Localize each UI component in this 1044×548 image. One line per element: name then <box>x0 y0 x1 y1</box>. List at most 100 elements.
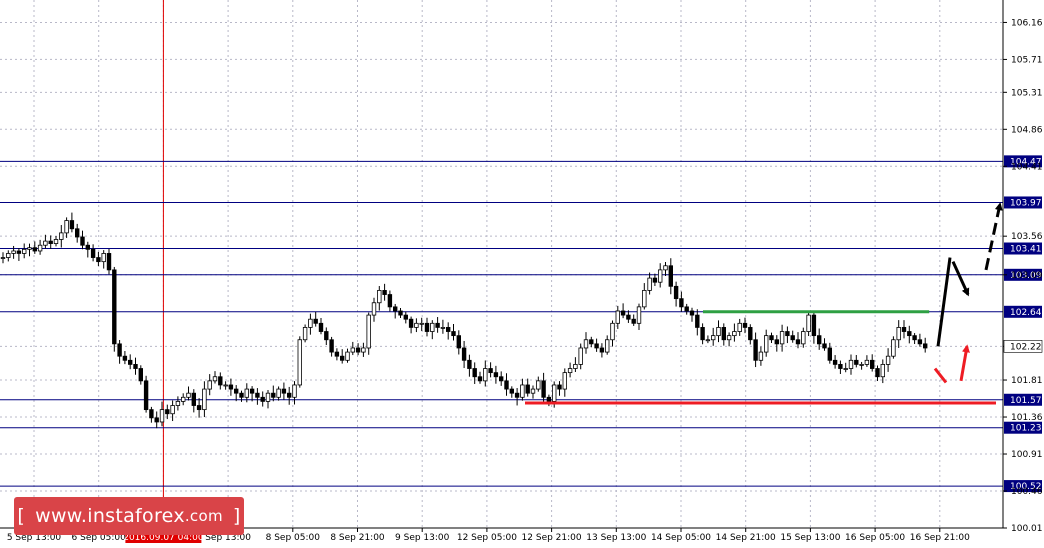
projection-arrows <box>933 202 1003 384</box>
candle-body <box>212 376 218 382</box>
y-tick-label: 105.31 <box>1011 88 1043 98</box>
candle-body <box>546 396 552 402</box>
candle-body <box>271 392 276 398</box>
candle-body <box>11 250 16 254</box>
candle-body <box>705 339 711 342</box>
candle-body <box>456 335 461 349</box>
candle-body <box>843 368 848 370</box>
x-tick-label: 14 Sep 21:00 <box>716 533 776 543</box>
candle-body <box>106 253 112 271</box>
candle-body <box>387 294 393 308</box>
candle-body <box>159 409 165 423</box>
candle-body <box>530 388 536 394</box>
candle-body <box>419 322 424 325</box>
y-tick-label: 104.41 <box>1011 162 1043 172</box>
level-label: 101.23 <box>1010 424 1042 434</box>
horizontal-levels: 104.47103.97103.41103.09102.64101.57101.… <box>0 155 1042 493</box>
candle-body <box>689 310 695 316</box>
candle-body <box>138 368 143 382</box>
candle-body <box>398 310 403 316</box>
candle-body <box>567 368 573 374</box>
candle-body <box>631 318 636 324</box>
candle-body <box>260 396 265 402</box>
current-price-label: 102.22 <box>1010 342 1042 352</box>
y-tick-label: 103.09 <box>1011 271 1043 281</box>
candle-body <box>822 343 827 349</box>
candle-body <box>297 339 302 386</box>
x-tick-label: 12 Sep 21:00 <box>522 533 582 543</box>
candle-body <box>885 355 891 365</box>
candle-body <box>286 392 292 398</box>
candle-body <box>620 310 626 316</box>
candle-body <box>726 335 732 341</box>
candle-body <box>318 322 324 332</box>
candle-body <box>668 265 673 287</box>
candle-body <box>451 331 456 337</box>
x-tick-label: 9 Sep 13:00 <box>395 533 450 543</box>
candle-body <box>170 405 175 415</box>
candle-body <box>848 359 854 369</box>
candle-body <box>112 269 117 345</box>
y-tick-label: 100.01 <box>1011 524 1043 534</box>
candle-body <box>32 247 37 252</box>
candle-body <box>64 220 69 234</box>
candle-body <box>742 322 748 328</box>
candle-body <box>859 364 864 366</box>
candle-body <box>281 388 287 394</box>
candle-body <box>758 351 764 361</box>
candle-body <box>233 388 239 394</box>
candle-body <box>716 327 721 337</box>
candle-body <box>244 388 249 398</box>
candle-body <box>541 380 546 398</box>
watermark-text: www.instaforex <box>35 505 185 527</box>
candle-body <box>583 339 589 349</box>
candle-body <box>764 335 769 353</box>
candle-body <box>854 359 859 365</box>
candle-body <box>21 248 27 254</box>
candle-body <box>557 384 562 390</box>
candle-body <box>753 339 758 361</box>
candle-body <box>891 339 896 357</box>
candle-body <box>795 339 801 345</box>
candle-body <box>832 359 838 365</box>
candle-body <box>642 290 647 308</box>
y-tick-label: 101.81 <box>1011 376 1043 386</box>
candle-body <box>498 376 504 382</box>
x-tick-label: 8 Sep 05:00 <box>266 533 321 543</box>
candle-body <box>652 277 658 283</box>
x-tick-label: 14 Sep 05:00 <box>651 533 711 543</box>
candle-body <box>917 339 923 345</box>
candle-body <box>605 339 610 353</box>
candle-body <box>923 343 928 349</box>
candle-body <box>445 327 451 332</box>
level-label: 103.97 <box>1010 198 1042 208</box>
candle-body <box>785 331 790 337</box>
y-tick-label: 106.16 <box>1011 18 1043 28</box>
price-axis: 106.16 105.71 105.31 104.86 104.41 103.56 103.… <box>1002 0 1043 534</box>
candle-body <box>435 322 440 328</box>
candle-body <box>875 368 880 378</box>
candle-body <box>636 306 642 324</box>
x-tick-label: 16 Sep 21:00 <box>910 533 970 543</box>
candle-body <box>180 396 186 402</box>
candle-body <box>382 290 387 295</box>
candle-body <box>265 392 271 402</box>
candle-body <box>191 392 196 406</box>
candle-body <box>6 253 11 258</box>
watermark-bracket-open: [ <box>17 505 26 527</box>
candle-body <box>339 355 345 361</box>
instaforex-watermark: [ www.instaforex .com ] <box>14 497 244 535</box>
candle-body <box>700 327 705 341</box>
candle-body <box>514 392 520 398</box>
candle-body <box>673 285 679 300</box>
candle-body <box>573 364 578 369</box>
candle-body <box>695 314 700 328</box>
candle-body <box>748 327 753 341</box>
candle-body <box>811 314 817 337</box>
candle-body <box>912 335 917 341</box>
candle-body <box>488 368 493 374</box>
candle-body <box>361 347 366 353</box>
candle-body <box>292 384 297 398</box>
candle-body <box>414 322 419 328</box>
level-label: 102.64 <box>1010 308 1042 318</box>
